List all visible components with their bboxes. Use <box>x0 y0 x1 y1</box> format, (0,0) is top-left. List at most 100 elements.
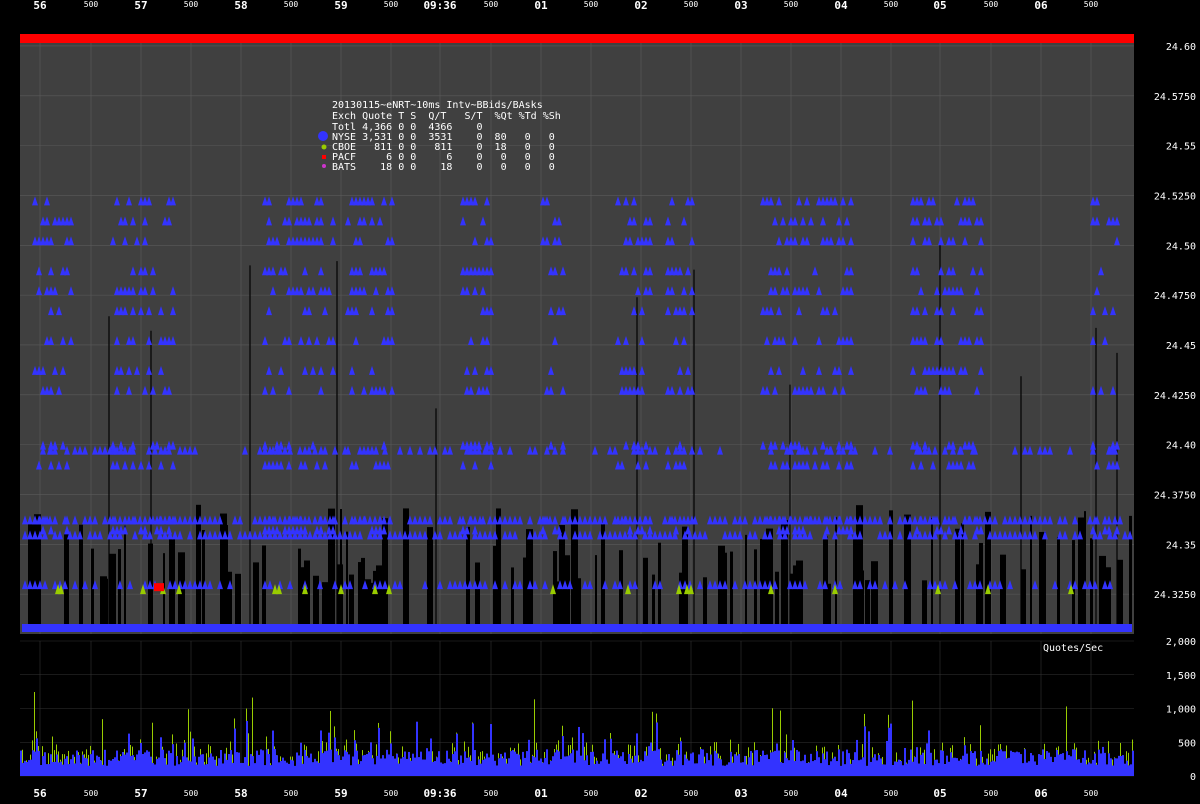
nyse-bid-base <box>1107 624 1112 632</box>
rate-bar-nyse <box>800 761 802 776</box>
nyse-bid-base <box>222 624 227 632</box>
nyse-bid-base <box>412 624 417 632</box>
rate-axis-label: Quotes/Sec <box>1043 643 1103 654</box>
rate-bar-nyse <box>486 754 488 776</box>
rate-bar-nyse <box>646 756 648 776</box>
rate-bar-cboe <box>570 745 571 753</box>
rate-bar-nyse <box>960 759 962 776</box>
rate-bar-nyse <box>176 756 178 776</box>
nyse-bid-base <box>1032 624 1037 632</box>
rate-bar-nyse <box>1082 758 1084 776</box>
rate-bar-cboe <box>888 715 889 728</box>
rate-bar-nyse <box>792 740 794 776</box>
nyse-bid-base <box>857 624 862 632</box>
rate-bar-nyse <box>680 741 682 776</box>
rate-bar-nyse <box>24 761 26 776</box>
rate-bar-nyse <box>1030 753 1032 776</box>
rate-bar-nyse <box>346 752 348 776</box>
rate-bar-nyse <box>720 759 722 776</box>
pacf-quote-marker <box>154 583 164 591</box>
nyse-bid-base <box>1017 624 1022 632</box>
rate-bar-nyse <box>1046 751 1048 776</box>
rate-bar-cboe <box>292 757 293 761</box>
rate-bar-cboe <box>252 698 253 757</box>
rate-bar-cboe <box>1120 743 1121 756</box>
nyse-bid-base <box>1022 624 1027 632</box>
nyse-bid-base <box>612 624 617 632</box>
rate-bar-nyse <box>262 750 264 776</box>
rate-bar-nyse <box>750 751 752 776</box>
rate-bar-cboe <box>970 744 971 751</box>
nyse-bid-base <box>327 624 332 632</box>
nyse-bid-base <box>927 624 932 632</box>
rate-bar-nyse <box>86 758 88 776</box>
rate-bar-nyse <box>130 756 132 776</box>
rate-bar-nyse <box>630 759 632 776</box>
spread-column <box>793 565 796 632</box>
rate-bar-nyse <box>532 756 534 776</box>
rate-bar-nyse <box>1002 751 1004 776</box>
rate-bar-nyse <box>934 760 936 776</box>
rate-bar-nyse <box>184 743 186 776</box>
nyse-bid-base <box>562 624 567 632</box>
rate-bar-nyse <box>74 763 76 776</box>
rate-bar-nyse <box>496 765 498 776</box>
rate-bar-nyse <box>738 754 740 776</box>
rate-bar-nyse <box>604 739 606 776</box>
rate-bar-nyse <box>558 751 560 776</box>
rate-bar-nyse <box>96 756 98 776</box>
rate-bar-cboe <box>1076 748 1077 760</box>
rate-bar-cboe <box>510 748 511 751</box>
rate-bar-nyse <box>180 762 182 776</box>
nyse-bid-base <box>807 624 812 632</box>
rate-bar-nyse <box>832 759 834 776</box>
time-tick-top: 500 <box>384 0 399 9</box>
rate-bar-cboe <box>1006 745 1007 758</box>
rate-bar-nyse <box>42 756 44 776</box>
nyse-bid-base <box>1052 624 1057 632</box>
rate-bar-nyse <box>830 761 832 776</box>
rate-bar-nyse <box>364 755 366 776</box>
rate-bar-nyse <box>804 755 806 776</box>
rate-bar-cboe <box>514 748 515 751</box>
rate-bar-nyse <box>260 749 262 776</box>
rate-bar-nyse <box>1132 751 1134 776</box>
rate-bar-cboe <box>456 733 457 734</box>
rate-bar-cboe <box>704 757 705 764</box>
rate-bar-nyse <box>290 760 292 776</box>
price-tick-label: 24.3750 <box>1154 490 1196 501</box>
rate-bar-nyse <box>940 750 942 776</box>
time-tick-bottom: 59 <box>334 787 347 800</box>
nyse-bid-base <box>92 624 97 632</box>
nyse-bid-base <box>337 624 342 632</box>
rate-bar-cboe <box>322 741 323 753</box>
rate-bar-nyse <box>548 764 550 776</box>
rate-bar-nyse <box>916 747 918 776</box>
rate-bar-nyse <box>550 761 552 776</box>
nyse-bid-base <box>267 624 272 632</box>
time-tick-bottom: 500 <box>84 789 99 798</box>
rate-bar-nyse <box>1130 764 1132 776</box>
rate-bar-nyse <box>790 750 792 776</box>
rate-bar-cboe <box>368 751 369 752</box>
rate-bar-nyse <box>362 755 364 776</box>
rate-bar-nyse <box>826 752 828 776</box>
nyse-bid-base <box>752 624 757 632</box>
rate-bar-nyse <box>352 757 354 776</box>
rate-bar-nyse <box>744 756 746 776</box>
rate-bar-nyse <box>246 721 248 776</box>
rate-bar-nyse <box>1028 761 1030 776</box>
rate-bar-nyse <box>328 733 330 776</box>
rate-bar-nyse <box>798 752 800 776</box>
time-tick-top: 06 <box>1034 0 1048 12</box>
nyse-bid-base <box>952 624 957 632</box>
spread-column <box>91 549 94 632</box>
legend: 20130115~eNRT~10ms Intv~BBids/BAsks Exch… <box>318 100 561 173</box>
nyse-bid-base <box>1087 624 1092 632</box>
rate-bar-cboe <box>204 762 205 765</box>
rate-bar-cboe <box>166 754 167 765</box>
rate-bar-nyse <box>966 754 968 776</box>
rate-bar-nyse <box>734 754 736 776</box>
nyse-bid-base <box>312 624 317 632</box>
rate-bar-nyse <box>920 755 922 776</box>
